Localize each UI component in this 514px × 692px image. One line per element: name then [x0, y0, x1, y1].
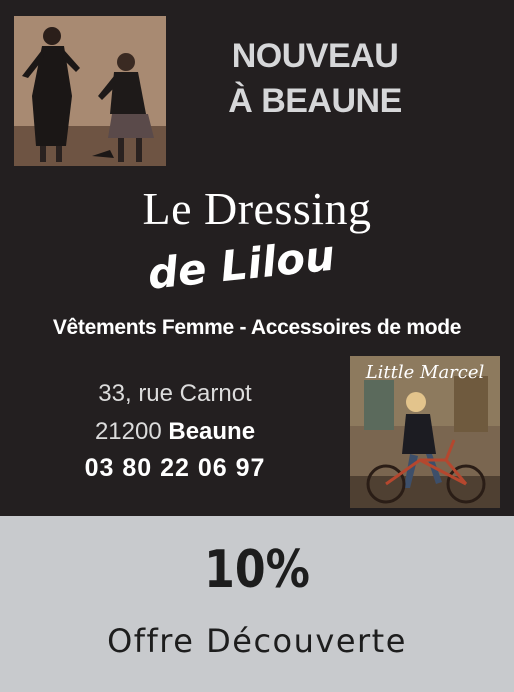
photo-brand-label: Little Marcel [365, 362, 485, 383]
address-street: 33, rue Carnot [98, 380, 252, 407]
discount-value: 10% [204, 540, 310, 600]
fashion-photo-women [14, 16, 166, 166]
tagline: Vêtements Femme - Accessoires de mode [52, 316, 462, 339]
address-city-line: 21200 Beaune [55, 418, 295, 446]
headline-line1: NOUVEAU [231, 37, 399, 75]
brand-name: Le Dressing [142, 183, 372, 234]
phone-number: 03 80 22 06 97 [84, 454, 266, 482]
city-name: Beaune [168, 418, 256, 445]
fashion-photo-bicycle: Little Marcel [350, 356, 500, 508]
postal-code: 21200 [94, 418, 162, 445]
headline: NOUVEAU À BEAUNE [200, 34, 430, 124]
headline-line2: À BEAUNE [228, 82, 402, 120]
brand-name-script: de Lilou [145, 230, 338, 299]
ad-top-panel: NOUVEAU À BEAUNE Le Dressing de Lilou Vê… [0, 0, 514, 516]
advertisement: NOUVEAU À BEAUNE Le Dressing de Lilou Vê… [0, 0, 514, 692]
offer-label: Offre Découverte [107, 622, 407, 660]
